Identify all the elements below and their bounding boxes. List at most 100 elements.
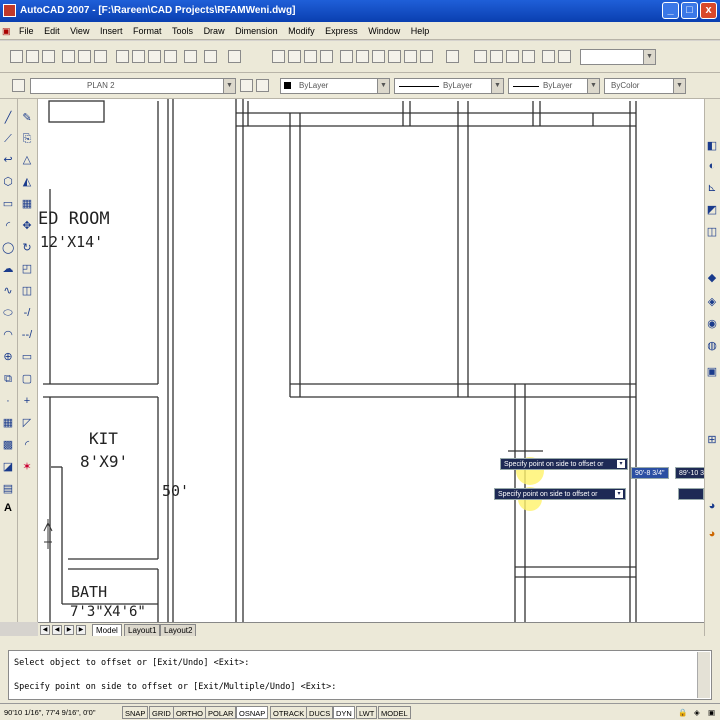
block-editor-icon[interactable] <box>184 50 197 63</box>
document-icon[interactable]: ▣ <box>0 22 13 40</box>
make-block-icon[interactable]: ⧉ <box>2 372 14 386</box>
menu-help[interactable]: Help <box>407 22 434 40</box>
render-icon[interactable]: ◫ <box>706 225 718 239</box>
menu-tools[interactable]: Tools <box>168 22 197 40</box>
comm-center-icon[interactable]: ◈ <box>692 706 705 719</box>
visual-style-icon[interactable]: ◩ <box>706 203 718 217</box>
plot-icon[interactable] <box>62 50 75 63</box>
pan-2-icon[interactable] <box>474 50 487 63</box>
prev-tab-icon[interactable]: ◀ <box>52 625 62 635</box>
solid-icon[interactable]: ◕ <box>706 499 718 513</box>
design-center-icon[interactable] <box>356 50 369 63</box>
otrack-toggle[interactable]: OTRACK <box>270 706 308 719</box>
point-icon[interactable]: · <box>2 394 14 408</box>
extend-icon[interactable]: --/ <box>21 328 33 342</box>
zoom-realtime-icon[interactable] <box>288 50 301 63</box>
walk-icon[interactable]: ▣ <box>706 365 718 379</box>
rectangle-icon[interactable]: ▭ <box>2 197 14 211</box>
rotate-icon[interactable]: ↻ <box>21 241 33 255</box>
menu-insert[interactable]: Insert <box>96 22 127 40</box>
table-icon[interactable]: ▤ <box>2 482 14 496</box>
menu-edit[interactable]: Edit <box>40 22 64 40</box>
model-toggle[interactable]: MODEL <box>378 706 411 719</box>
arc-icon[interactable]: ◜ <box>2 219 14 233</box>
tool-palettes-icon[interactable] <box>372 50 385 63</box>
publish-icon[interactable] <box>94 50 107 63</box>
move-icon[interactable]: ✥ <box>21 219 33 233</box>
spline-icon[interactable]: ∿ <box>2 284 14 298</box>
open-icon[interactable] <box>26 50 39 63</box>
new-icon[interactable] <box>10 50 23 63</box>
match-properties-icon[interactable] <box>164 50 177 63</box>
lwt-toggle[interactable]: LWT <box>356 706 378 719</box>
menu-express[interactable]: Express <box>321 22 362 40</box>
menu-window[interactable]: Window <box>364 22 404 40</box>
properties-icon[interactable] <box>340 50 353 63</box>
layer-previous-2-icon[interactable] <box>256 79 269 92</box>
first-tab-icon[interactable]: ◀ <box>40 625 50 635</box>
layer-combo[interactable]: PLAN 2 ▼ <box>30 78 236 94</box>
ellipse-arc-icon[interactable]: ◠ <box>2 328 14 342</box>
down-arrow-icon[interactable]: ▾ <box>615 490 623 498</box>
revision-cloud-icon[interactable]: ☁ <box>2 262 14 276</box>
material-icon[interactable]: ◉ <box>706 317 718 331</box>
orbit-icon[interactable]: ◐ <box>706 159 718 173</box>
join-icon[interactable]: + <box>21 394 33 408</box>
quickcalc-icon[interactable] <box>420 50 433 63</box>
make-current-icon[interactable] <box>240 79 253 92</box>
copy-object-icon[interactable]: ⎘ <box>21 132 33 146</box>
line-icon[interactable]: ╱ <box>2 111 14 125</box>
zoom-window-icon[interactable] <box>304 50 317 63</box>
linetype-combo[interactable]: ByLayer ▼ <box>394 78 504 94</box>
grid-toggle[interactable]: GRID <box>149 706 174 719</box>
zoom-2-icon[interactable] <box>490 50 503 63</box>
zoom-window-2-icon[interactable] <box>506 50 519 63</box>
drawing-canvas[interactable]: ED ROOM 12'X14' KIT 8'X9' BATH 7'3"X4'6"… <box>38 99 704 622</box>
menu-draw[interactable]: Draw <box>200 22 229 40</box>
dimension-icon[interactable]: ⊞ <box>706 433 718 447</box>
break-icon[interactable]: ▢ <box>21 372 33 386</box>
minimize-button[interactable]: _ <box>662 2 679 19</box>
menu-format[interactable]: Format <box>129 22 166 40</box>
zoom-previous-icon[interactable] <box>320 50 333 63</box>
view-icon[interactable]: ◧ <box>706 139 718 153</box>
zoom-previous-2-icon[interactable] <box>522 50 535 63</box>
circle-icon[interactable]: ◯ <box>2 241 14 255</box>
lineweight-combo[interactable]: ByLayer ▼ <box>508 78 600 94</box>
array-icon[interactable]: ▦ <box>21 197 33 211</box>
polyline-icon[interactable]: ↩ <box>2 153 14 167</box>
insert-block-icon[interactable]: ⊕ <box>2 350 14 364</box>
ellipse-icon[interactable]: ⬭ <box>2 306 14 320</box>
pan-icon[interactable] <box>272 50 285 63</box>
save-icon[interactable] <box>42 50 55 63</box>
paste-icon[interactable] <box>148 50 161 63</box>
ucs-icon[interactable]: ⊾ <box>706 181 718 195</box>
region-icon[interactable]: ◪ <box>2 460 14 474</box>
command-window[interactable]: Select object to offset or [Exit/Undo] <… <box>8 650 712 700</box>
shade-icon[interactable]: ◆ <box>706 271 718 285</box>
multiline-text-icon[interactable]: A <box>2 501 14 515</box>
clean-screen-icon[interactable]: ▣ <box>706 706 718 719</box>
scale-icon[interactable]: ◰ <box>21 262 33 276</box>
layer-icon[interactable] <box>542 50 555 63</box>
undo-icon[interactable] <box>204 50 217 63</box>
fillet-icon[interactable]: ◜ <box>21 438 33 452</box>
offset-icon[interactable]: ◭ <box>21 175 33 189</box>
down-arrow-icon[interactable]: ▾ <box>617 460 625 468</box>
ortho-toggle[interactable]: ORTHO <box>173 706 206 719</box>
next-tab-icon[interactable]: ▶ <box>64 625 74 635</box>
menu-view[interactable]: View <box>66 22 93 40</box>
redo-icon[interactable] <box>228 50 241 63</box>
coordinate-input-box[interactable] <box>678 488 704 500</box>
erase-icon[interactable]: ✎ <box>21 111 33 125</box>
plotstyle-combo[interactable]: ByColor ▼ <box>604 78 686 94</box>
layer-previous-icon[interactable] <box>558 50 571 63</box>
menu-modify[interactable]: Modify <box>284 22 319 40</box>
trim-icon[interactable]: -/ <box>21 306 33 320</box>
camera-icon[interactable]: ◍ <box>706 339 718 353</box>
osnap-toggle[interactable]: OSNAP <box>236 706 269 719</box>
render-2-icon[interactable]: ◕ <box>706 527 718 541</box>
plot-preview-icon[interactable] <box>78 50 91 63</box>
copy-icon[interactable] <box>132 50 145 63</box>
snap-toggle[interactable]: SNAP <box>122 706 149 719</box>
